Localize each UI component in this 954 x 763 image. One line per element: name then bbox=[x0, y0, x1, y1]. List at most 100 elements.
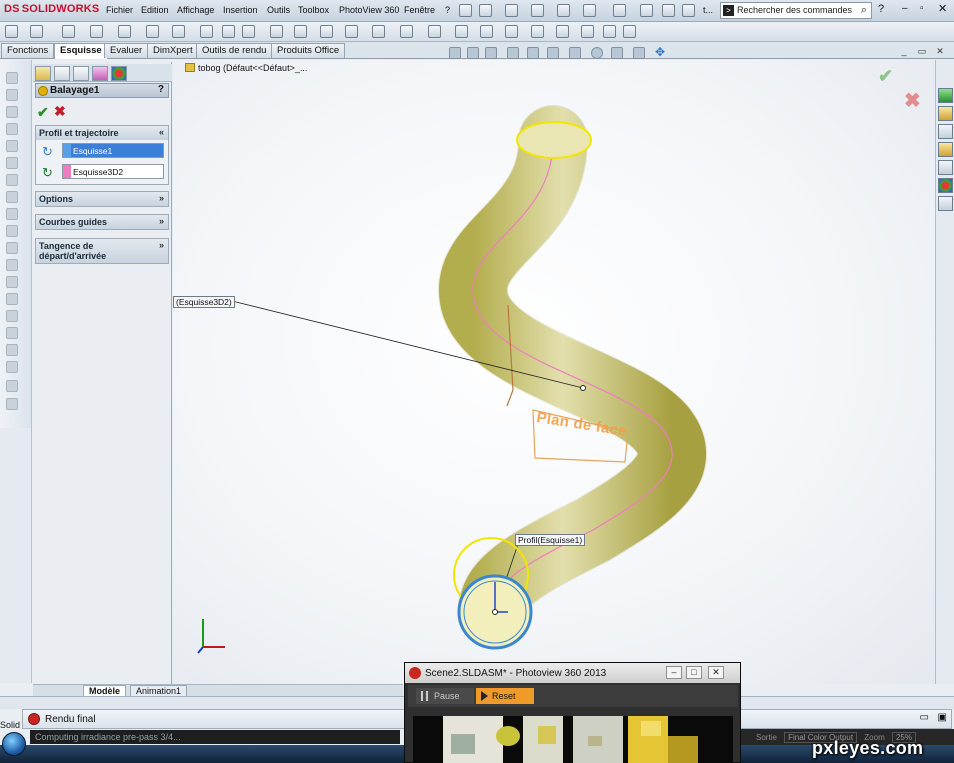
offset-icon[interactable] bbox=[428, 25, 441, 38]
hide-show-items-icon[interactable] bbox=[569, 47, 581, 59]
render-minimize-icon[interactable]: ▭ bbox=[920, 712, 929, 723]
group-header-guide-curves[interactable]: Courbes guides » bbox=[36, 215, 168, 229]
zoom-fit-icon[interactable] bbox=[449, 47, 461, 59]
boundary-icon[interactable] bbox=[6, 140, 18, 152]
expand-chevron-icon[interactable]: » bbox=[159, 216, 164, 226]
quick-snaps-icon[interactable] bbox=[581, 25, 594, 38]
zoom-area-icon[interactable] bbox=[467, 47, 479, 59]
expand-chevron-icon[interactable]: » bbox=[159, 193, 164, 203]
display-style-icon[interactable] bbox=[547, 47, 559, 59]
fillet-feature-icon[interactable] bbox=[6, 191, 18, 203]
wrap-icon[interactable] bbox=[6, 276, 18, 288]
render-restore-icon[interactable]: ▣ bbox=[938, 712, 947, 723]
loft-icon[interactable] bbox=[6, 123, 18, 135]
doc-minimize-icon[interactable]: _ bbox=[898, 46, 910, 57]
menu-toolbox[interactable]: Toolbox bbox=[298, 5, 329, 15]
menu-edition[interactable]: Edition bbox=[141, 5, 169, 15]
pause-button[interactable]: Pause bbox=[416, 688, 474, 704]
plane-icon[interactable] bbox=[294, 25, 307, 38]
linear-pattern-icon[interactable] bbox=[6, 344, 18, 356]
rectangle-icon[interactable] bbox=[90, 25, 103, 38]
path-selection-field[interactable]: Esquisse3D2 bbox=[62, 164, 164, 179]
restore-icon[interactable]: ▫ bbox=[920, 3, 924, 14]
open-icon[interactable] bbox=[505, 4, 518, 17]
profile-callout[interactable]: Profil(Esquisse1) bbox=[515, 534, 586, 546]
extrude-icon[interactable] bbox=[6, 72, 18, 84]
sketch-icon[interactable] bbox=[5, 25, 18, 38]
home-icon[interactable] bbox=[938, 106, 953, 121]
relations-icon[interactable] bbox=[531, 25, 544, 38]
polygon-icon[interactable] bbox=[200, 25, 213, 38]
group-guide-curves[interactable]: Courbes guides » bbox=[35, 214, 169, 230]
chamfer-icon[interactable] bbox=[6, 208, 18, 220]
rapid-sketch-icon[interactable] bbox=[603, 25, 616, 38]
dimxpert-manager-tab-icon[interactable] bbox=[92, 66, 108, 81]
select-icon[interactable] bbox=[613, 4, 626, 17]
menu-insertion[interactable]: Insertion bbox=[223, 5, 258, 15]
start-button[interactable] bbox=[2, 732, 26, 756]
save-icon[interactable] bbox=[531, 4, 544, 17]
convert-entities-icon[interactable] bbox=[400, 25, 413, 38]
rebuild-icon[interactable] bbox=[640, 4, 653, 17]
confirm-corner-ok[interactable]: ✔ bbox=[878, 66, 893, 87]
menu-affichage[interactable]: Affichage bbox=[177, 5, 214, 15]
fillet-icon[interactable] bbox=[270, 25, 283, 38]
rib-icon[interactable] bbox=[6, 225, 18, 237]
cancel-button[interactable]: ✖ bbox=[54, 103, 66, 120]
doc-restore-icon[interactable]: ▭ bbox=[916, 46, 928, 57]
sweep-icon[interactable] bbox=[6, 106, 18, 118]
minimize-icon[interactable]: – bbox=[902, 3, 908, 14]
new-doc-icon[interactable] bbox=[479, 4, 492, 17]
file-explorer-icon[interactable] bbox=[938, 142, 953, 157]
configuration-manager-tab-icon[interactable] bbox=[73, 66, 89, 81]
menu-fenetre[interactable]: Fenêtre bbox=[404, 5, 435, 15]
smart-dimension-icon[interactable] bbox=[30, 25, 43, 38]
design-library-icon[interactable] bbox=[938, 124, 953, 139]
tab-dimxpert[interactable]: DimXpert bbox=[147, 43, 199, 58]
arc-icon[interactable] bbox=[172, 25, 185, 38]
command-search-input[interactable]: > Rechercher des commandes ⌕ bbox=[720, 2, 872, 19]
dome-icon[interactable] bbox=[6, 293, 18, 305]
confirm-corner-cancel[interactable]: ✖ bbox=[904, 88, 921, 113]
profile-selection-field[interactable]: Esquisse1 bbox=[62, 143, 164, 158]
file-props-icon[interactable] bbox=[662, 4, 675, 17]
move-icon[interactable] bbox=[505, 25, 518, 38]
move-crosshair-icon[interactable]: ✥ bbox=[655, 46, 667, 59]
draft-icon[interactable] bbox=[6, 242, 18, 254]
menu-outils[interactable]: Outils bbox=[267, 5, 290, 15]
intersect-icon[interactable] bbox=[6, 310, 18, 322]
pv-maximize-icon[interactable]: □ bbox=[686, 666, 702, 679]
repair-icon[interactable] bbox=[556, 25, 569, 38]
photoview-titlebar[interactable]: Scene2.SLDASM* - Photoview 360 2013 – □ … bbox=[405, 663, 740, 683]
menu-help[interactable]: ? bbox=[445, 5, 450, 15]
search-icon[interactable]: ⌕ bbox=[861, 4, 867, 17]
pattern-icon[interactable] bbox=[480, 25, 493, 38]
group-header-profile-path[interactable]: Profil et trajectoire « bbox=[36, 126, 168, 140]
display-manager-tab-icon[interactable] bbox=[111, 66, 127, 81]
menu-fichier[interactable]: Fichier bbox=[106, 5, 133, 15]
feature-tree-flyout[interactable]: tobog (Défaut<<Défaut>_... bbox=[185, 63, 307, 73]
view-settings-icon[interactable] bbox=[633, 47, 645, 59]
instant3d-icon[interactable] bbox=[6, 398, 18, 410]
options-icon[interactable] bbox=[682, 4, 695, 17]
document-name-short[interactable]: t... bbox=[703, 5, 713, 15]
doc-close-icon[interactable]: ✕ bbox=[934, 46, 946, 57]
mirror-icon[interactable] bbox=[455, 25, 468, 38]
point-icon[interactable] bbox=[345, 25, 358, 38]
undo-icon[interactable] bbox=[583, 4, 596, 17]
group-header-tangency[interactable]: Tangence de départ/d'arrivée » bbox=[36, 239, 168, 263]
edit-appearance-icon[interactable] bbox=[591, 47, 603, 59]
tab-outils-de-rendu[interactable]: Outils de rendu bbox=[196, 43, 273, 58]
trim-icon[interactable] bbox=[372, 25, 385, 38]
pv-minimize-icon[interactable]: – bbox=[666, 666, 682, 679]
ok-button[interactable]: ✔ bbox=[37, 104, 49, 121]
reset-button[interactable]: Reset bbox=[476, 688, 534, 704]
circle-icon[interactable] bbox=[146, 25, 159, 38]
mirror-feature-icon[interactable] bbox=[6, 327, 18, 339]
tab-esquisse[interactable]: Esquisse bbox=[54, 43, 108, 59]
close-icon[interactable]: ✕ bbox=[938, 2, 947, 15]
graphics-area[interactable] bbox=[173, 60, 935, 684]
instant2d-icon[interactable] bbox=[623, 25, 636, 38]
revolve-icon[interactable] bbox=[6, 89, 18, 101]
feature-manager-tab-icon[interactable] bbox=[35, 66, 51, 81]
